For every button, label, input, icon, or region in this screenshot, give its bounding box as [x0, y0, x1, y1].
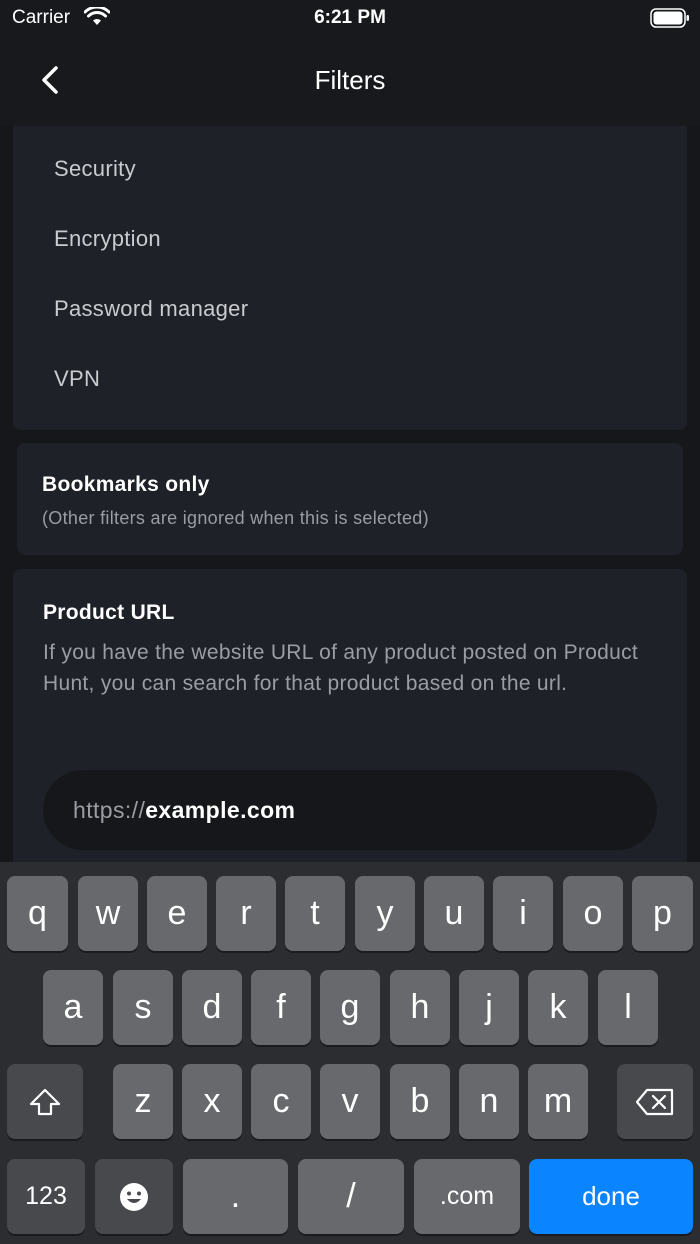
- dotcom-key[interactable]: .com: [414, 1159, 520, 1234]
- filters-content[interactable]: Security Encryption Password manager VPN…: [0, 126, 700, 862]
- key-d[interactable]: d: [182, 970, 242, 1045]
- key-j[interactable]: j: [459, 970, 519, 1045]
- bookmarks-only-option[interactable]: Bookmarks only (Other filters are ignore…: [17, 443, 683, 555]
- key-b[interactable]: b: [390, 1064, 450, 1139]
- shift-icon: [29, 1088, 61, 1115]
- product-url-description: If you have the website URL of any produ…: [43, 641, 639, 695]
- status-bar: Carrier 6:21 PM: [0, 0, 700, 36]
- key-e[interactable]: e: [147, 876, 207, 951]
- bookmarks-only-subtitle: (Other filters are ignored when this is …: [42, 508, 429, 528]
- period-key[interactable]: .: [183, 1159, 288, 1234]
- keyboard: q w e r t y u i o p a s d f g h j k l z …: [0, 862, 700, 1244]
- battery-icon: [650, 8, 689, 28]
- key-a[interactable]: a: [43, 970, 103, 1045]
- key-i[interactable]: i: [493, 876, 553, 951]
- bookmarks-only-title: Bookmarks only: [42, 473, 210, 496]
- key-k[interactable]: k: [528, 970, 588, 1045]
- key-v[interactable]: v: [320, 1064, 380, 1139]
- key-r[interactable]: r: [216, 876, 276, 951]
- emoji-icon: [120, 1182, 148, 1211]
- key-c[interactable]: c: [251, 1064, 311, 1139]
- done-key[interactable]: done: [529, 1159, 693, 1234]
- category-item-security[interactable]: Security: [54, 156, 136, 182]
- key-z[interactable]: z: [113, 1064, 173, 1139]
- key-x[interactable]: x: [182, 1064, 242, 1139]
- key-s[interactable]: s: [113, 970, 173, 1045]
- product-url-input[interactable]: https://example.com: [43, 770, 657, 850]
- key-w[interactable]: w: [78, 876, 138, 951]
- url-value: example.com: [145, 796, 296, 823]
- status-time: 6:21 PM: [314, 7, 386, 28]
- numbers-key[interactable]: 123: [7, 1159, 85, 1234]
- key-n[interactable]: n: [459, 1064, 519, 1139]
- backspace-icon: [635, 1088, 674, 1115]
- key-q[interactable]: q: [7, 876, 68, 951]
- key-u[interactable]: u: [424, 876, 484, 951]
- key-m[interactable]: m: [528, 1064, 588, 1139]
- key-p[interactable]: p: [632, 876, 693, 951]
- key-f[interactable]: f: [251, 970, 311, 1045]
- delete-key[interactable]: [617, 1064, 693, 1139]
- url-prefix: https://: [73, 796, 146, 823]
- key-t[interactable]: t: [285, 876, 345, 951]
- category-item-password-manager[interactable]: Password manager: [54, 296, 248, 322]
- category-item-encryption[interactable]: Encryption: [54, 226, 161, 252]
- nav-bar: Filters: [0, 36, 700, 126]
- product-url-title: Product URL: [43, 601, 175, 624]
- key-o[interactable]: o: [563, 876, 623, 951]
- page-title: Filters: [314, 65, 386, 95]
- product-url-card: Product URL If you have the website URL …: [13, 569, 687, 862]
- key-l[interactable]: l: [598, 970, 658, 1045]
- key-y[interactable]: y: [355, 876, 415, 951]
- emoji-key[interactable]: [95, 1159, 173, 1234]
- shift-key[interactable]: [7, 1064, 83, 1139]
- key-h[interactable]: h: [390, 970, 450, 1045]
- category-item-vpn[interactable]: VPN: [54, 366, 100, 392]
- key-g[interactable]: g: [320, 970, 380, 1045]
- slash-key[interactable]: /: [298, 1159, 404, 1234]
- category-list: Security Encryption Password manager VPN: [13, 126, 687, 430]
- screen: Carrier 6:21 PM Filters Security Encrypt…: [0, 0, 700, 1244]
